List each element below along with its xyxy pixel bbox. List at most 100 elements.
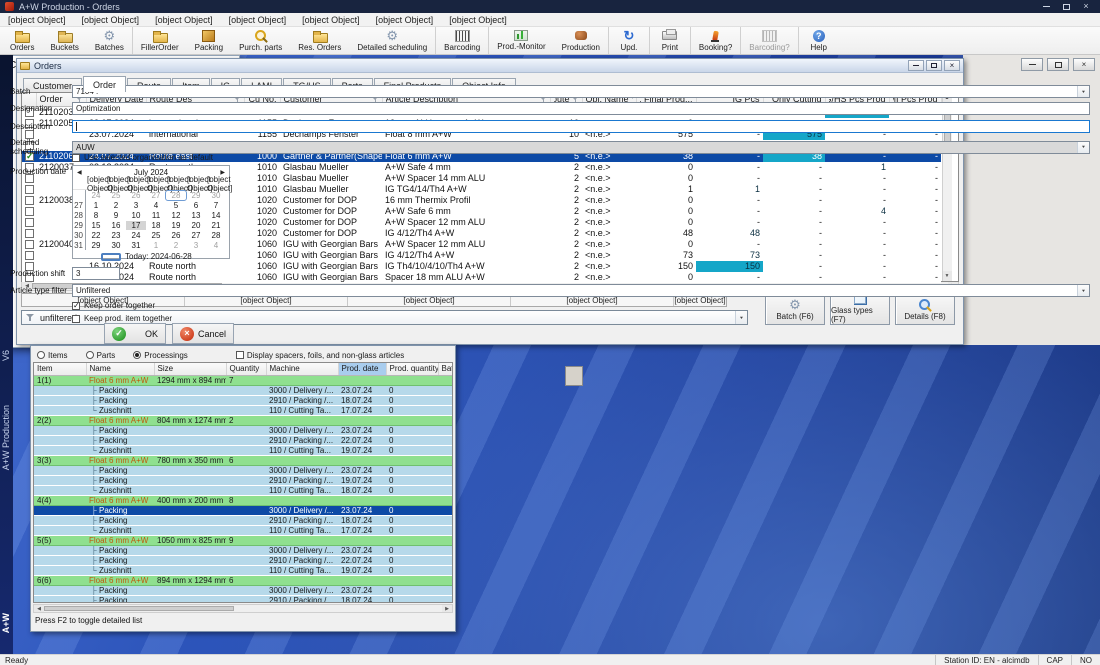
processing-row[interactable]: Zuschnitt 110 / Cutting Ta... 17.07.24 0 bbox=[34, 525, 453, 535]
column-header[interactable]: Batch bbox=[438, 363, 453, 375]
menu-item[interactable]: [object Object] bbox=[74, 13, 148, 26]
processing-row[interactable]: Zuschnitt 110 / Cutting Ta... 19.07.24 0 bbox=[34, 565, 453, 575]
calendar-day[interactable]: 17 bbox=[126, 221, 146, 230]
processing-row[interactable]: Packing 3000 / Delivery /... 23.07.24 0 bbox=[34, 465, 453, 475]
dropdown-button[interactable]: ▼ bbox=[1077, 285, 1089, 296]
maximize-button[interactable] bbox=[926, 60, 942, 71]
toolbar-button[interactable]: Orders bbox=[2, 27, 42, 54]
calendar-day[interactable]: 2 bbox=[106, 201, 126, 210]
maximize-button[interactable] bbox=[1057, 1, 1075, 12]
menu-item[interactable]: [object Object] bbox=[0, 13, 74, 26]
calendar-day[interactable]: 3 bbox=[186, 241, 206, 250]
calendar-day[interactable]: 24 bbox=[126, 231, 146, 240]
menu-item[interactable]: [object Object] bbox=[294, 13, 368, 26]
row-checkbox[interactable] bbox=[25, 207, 34, 216]
calendar-day[interactable]: 4 bbox=[206, 241, 226, 250]
toolbar-button[interactable]: Print bbox=[650, 27, 690, 54]
orders-window-titlebar[interactable]: Orders × bbox=[17, 59, 963, 73]
calendar-day[interactable]: 1 bbox=[146, 241, 166, 250]
view-radio[interactable]: Processings bbox=[133, 351, 188, 360]
designation-input[interactable]: Optimization bbox=[72, 102, 1090, 115]
calendar-day[interactable]: 30 bbox=[206, 191, 226, 200]
toolbar-button[interactable]: Booking? bbox=[691, 27, 740, 54]
column-header[interactable]: Item bbox=[34, 363, 86, 375]
close-button[interactable]: × bbox=[944, 60, 960, 71]
processing-row[interactable]: Packing 2910 / Packing /... 18.07.24 0 bbox=[34, 595, 453, 603]
processing-row[interactable]: Zuschnitt 110 / Cutting Ta... 19.07.24 0 bbox=[34, 445, 453, 455]
calendar-day[interactable]: 3 bbox=[126, 201, 146, 210]
toolbar-button[interactable]: Buckets bbox=[42, 27, 86, 54]
row-checkbox[interactable] bbox=[25, 251, 34, 260]
dropdown-button[interactable]: ▼ bbox=[1077, 86, 1089, 97]
child-restore-button[interactable] bbox=[1047, 58, 1069, 71]
scroll-left-icon[interactable]: ◀ bbox=[34, 605, 44, 612]
calendar-day[interactable]: 8 bbox=[86, 211, 106, 220]
view-radio[interactable]: Items bbox=[37, 351, 68, 360]
keep-order-checkbox[interactable]: Keep order together bbox=[72, 301, 155, 310]
ok-button[interactable]: ✓ OK bbox=[104, 323, 166, 344]
calendar-day[interactable]: 27 bbox=[186, 231, 206, 240]
column-header[interactable]: Quantity bbox=[226, 363, 266, 375]
toolbar-button[interactable]: Barcoding? bbox=[741, 27, 797, 54]
calendar-day[interactable]: 29 bbox=[186, 191, 206, 200]
menu-item[interactable]: [object Object] bbox=[147, 13, 221, 26]
calendar-day[interactable]: 11 bbox=[146, 211, 166, 220]
shift-input[interactable]: 3 bbox=[72, 267, 120, 280]
minimize-button[interactable] bbox=[908, 60, 924, 71]
toolbar-button[interactable]: Production bbox=[554, 27, 608, 54]
view-radio[interactable]: Parts bbox=[86, 351, 116, 360]
processing-row[interactable]: 1(1) Float 6 mm A+W 1294 mm x 894 mm 7 bbox=[34, 375, 453, 385]
keep-item-checkbox[interactable]: Keep prod. item together bbox=[72, 314, 172, 323]
processing-row[interactable]: Packing 2910 / Packing /... 18.07.24 0 bbox=[34, 395, 453, 405]
calendar-day[interactable]: 13 bbox=[186, 211, 206, 220]
toolbar-button[interactable]: Barcoding bbox=[436, 27, 488, 54]
processing-row[interactable]: Zuschnitt 110 / Cutting Ta... 18.07.24 0 bbox=[34, 485, 453, 495]
calendar-day[interactable]: 25 bbox=[146, 231, 166, 240]
calendar-day[interactable]: 23 bbox=[106, 231, 126, 240]
calendar-day[interactable]: 1 bbox=[86, 201, 106, 210]
menu-item[interactable]: [object Object] bbox=[221, 13, 295, 26]
processing-row[interactable]: Packing 2910 / Packing /... 19.07.24 0 bbox=[34, 475, 453, 485]
processing-row[interactable]: Packing 3000 / Delivery /... 23.07.24 0 bbox=[34, 545, 453, 555]
row-checkbox[interactable] bbox=[25, 185, 34, 194]
calendar-day[interactable]: 14 bbox=[206, 211, 226, 220]
toolbar-button[interactable]: Help bbox=[799, 27, 839, 54]
calendar-day[interactable]: 26 bbox=[166, 231, 186, 240]
processing-row[interactable]: 3(3) Float 6 mm A+W 780 mm x 350 mm 6 bbox=[34, 455, 453, 465]
calendar-day[interactable]: 5 bbox=[166, 201, 186, 210]
child-close-button[interactable]: × bbox=[1073, 58, 1095, 71]
menu-item[interactable]: [object Object] bbox=[441, 13, 515, 26]
scroll-right-icon[interactable]: ▶ bbox=[442, 605, 452, 612]
processing-row[interactable]: 6(6) Float 6 mm A+W 894 mm x 1294 mm 6 bbox=[34, 575, 453, 585]
org-default-checkbox[interactable]: Use selected organisation as default bbox=[72, 153, 213, 162]
toolbar-button[interactable]: Purch. parts bbox=[231, 27, 290, 54]
display-spacers-checkbox[interactable]: Display spacers, foils, and non-glass ar… bbox=[236, 351, 404, 360]
child-minimize-button[interactable] bbox=[1021, 58, 1043, 71]
calendar-day[interactable]: 9 bbox=[106, 211, 126, 220]
calendar-day[interactable]: 29 bbox=[86, 241, 106, 250]
toolbar-button[interactable]: Res. Orders bbox=[290, 27, 349, 54]
calendar-day[interactable]: 2 bbox=[166, 241, 186, 250]
batch-combobox[interactable]: 7104 : ▼ bbox=[72, 85, 1090, 98]
minimize-button[interactable] bbox=[1037, 1, 1055, 12]
column-header[interactable]: Size bbox=[154, 363, 226, 375]
calendar-day[interactable]: 21 bbox=[206, 221, 226, 230]
calendar-day[interactable]: 10 bbox=[126, 211, 146, 220]
calendar-day[interactable]: 4 bbox=[146, 201, 166, 210]
calendar-day[interactable]: 31 bbox=[126, 241, 146, 250]
scheduling-combobox[interactable]: AUW ▼ bbox=[72, 141, 1090, 154]
row-checkbox[interactable] bbox=[25, 196, 34, 205]
processing-row[interactable]: Packing 3000 / Delivery /... 23.07.24 0 bbox=[34, 505, 453, 515]
toolbar-button[interactable]: Packing bbox=[187, 27, 231, 54]
processing-row[interactable]: Packing 2910 / Packing /... 22.07.24 0 bbox=[34, 435, 453, 445]
calendar-day[interactable]: 18 bbox=[146, 221, 166, 230]
calendar-day[interactable]: 6 bbox=[186, 201, 206, 210]
processing-row[interactable]: Packing 2910 / Packing /... 22.07.24 0 bbox=[34, 555, 453, 565]
horizontal-scrollbar[interactable]: ◀ ▶ bbox=[33, 604, 453, 613]
article-filter-combobox[interactable]: Unfiltered ▼ bbox=[72, 284, 1090, 297]
description-input[interactable] bbox=[72, 120, 1090, 133]
processing-row[interactable]: Zuschnitt 110 / Cutting Ta... 17.07.24 0 bbox=[34, 405, 453, 415]
calendar-day[interactable]: 19 bbox=[166, 221, 186, 230]
calendar-day[interactable]: 7 bbox=[206, 201, 226, 210]
toolbar-button[interactable]: Batches bbox=[87, 27, 132, 54]
